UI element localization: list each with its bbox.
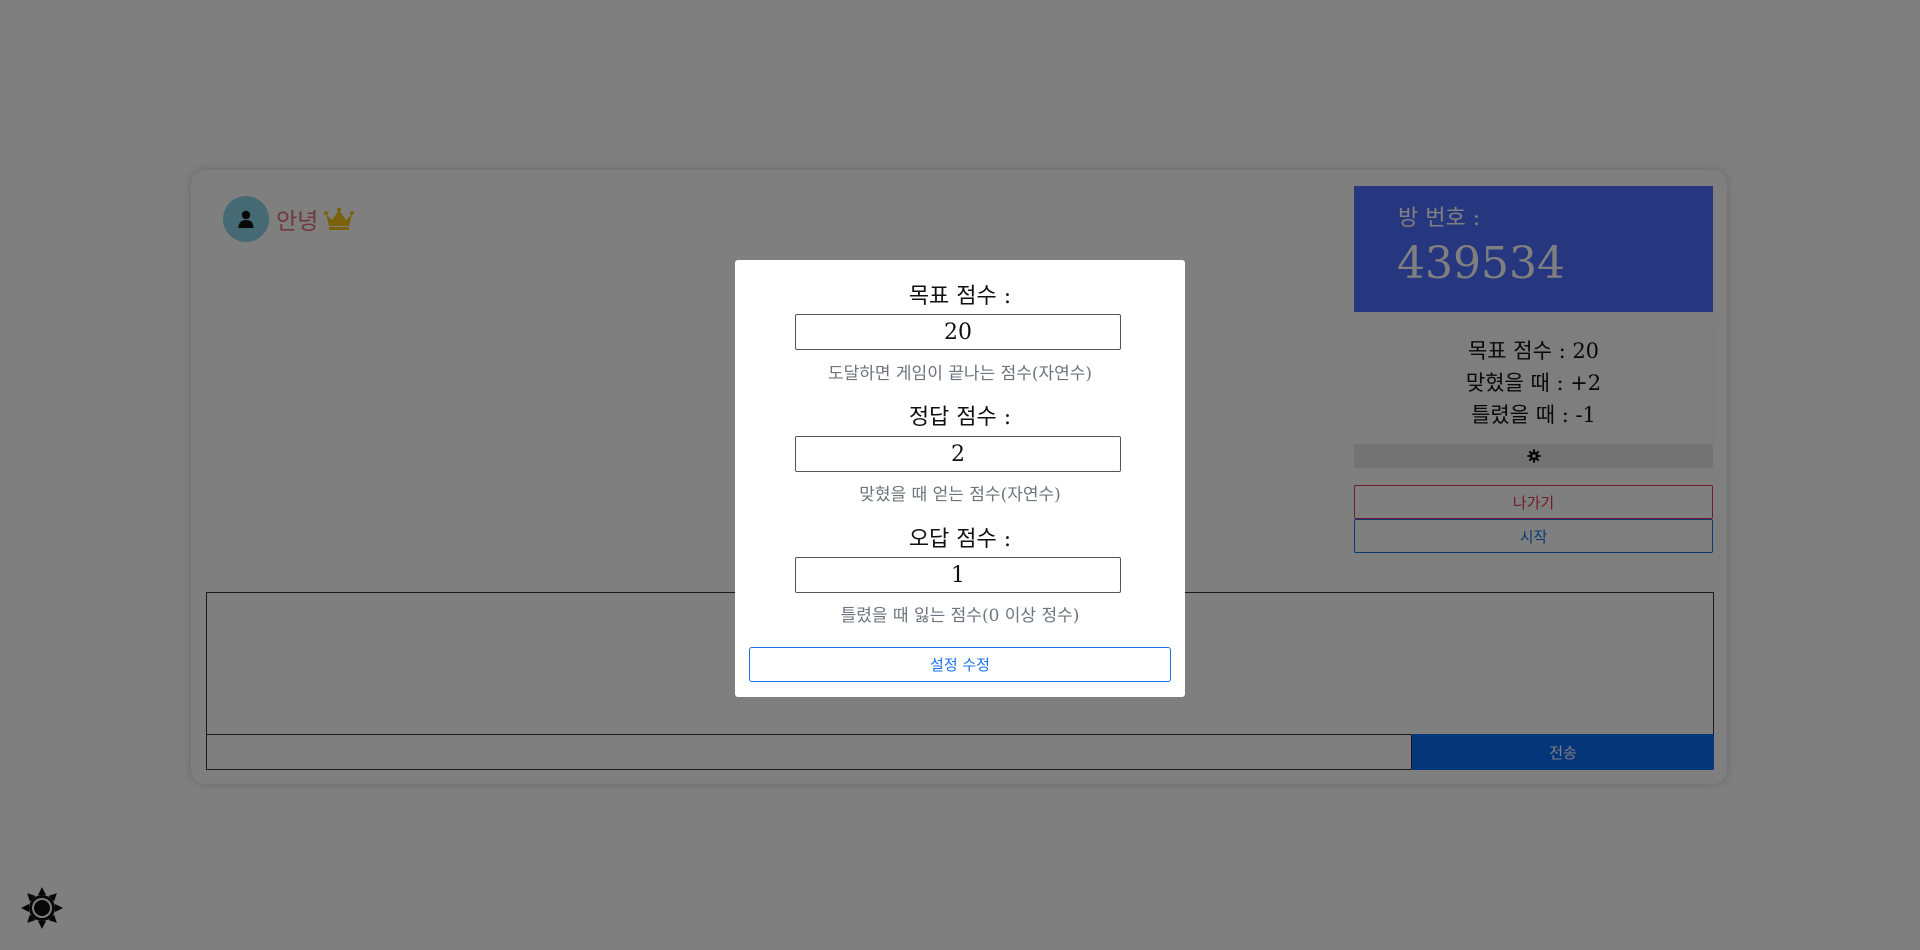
wrong-score-label: 오답 점수 : [908,527,1012,552]
wrong-score-input[interactable] [795,557,1121,593]
target-score-input[interactable] [795,314,1121,350]
correct-score-help: 맞혔을 때 얻는 점수(자연수) [859,485,1061,505]
save-settings-button[interactable]: 설정 수정 [749,647,1171,682]
target-score-help: 도달하면 게임이 끝나는 점수(자연수) [827,364,1093,384]
wrong-score-help: 틀렸을 때 잃는 점수(0 이상 정수) [840,606,1080,626]
correct-score-label: 정답 점수 : [908,405,1012,430]
target-score-label: 목표 점수 : [908,284,1012,309]
correct-score-input[interactable] [795,436,1121,472]
score-settings-modal: 목표 점수 : 도달하면 게임이 끝나는 점수(자연수) 정답 점수 : 맞혔을… [735,260,1185,697]
